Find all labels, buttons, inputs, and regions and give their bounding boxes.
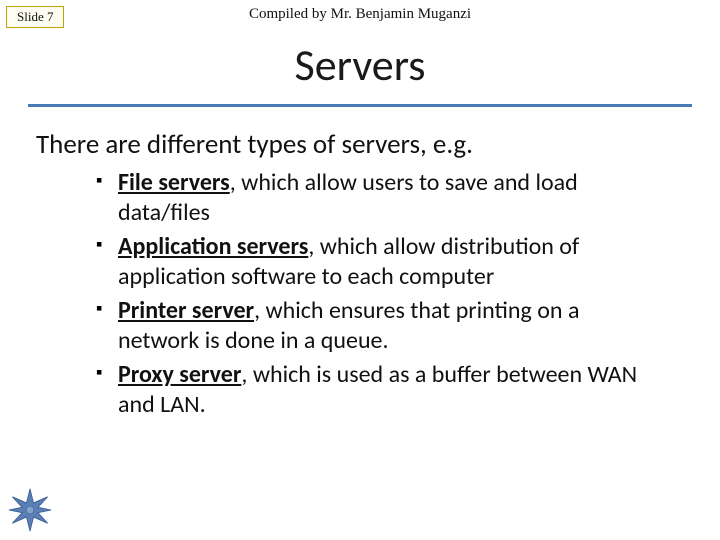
page-title: Servers xyxy=(0,38,720,92)
compiled-by: Compiled by Mr. Benjamin Muganzi xyxy=(0,6,720,23)
intro-text: There are different types of servers, e.… xyxy=(36,128,684,161)
list-item: Printer server, which ensures that print… xyxy=(96,296,664,356)
list-item: Proxy server, which is used as a buffer … xyxy=(96,360,664,420)
list-item: File servers, which allow users to save … xyxy=(96,168,664,228)
title-underline xyxy=(28,104,692,107)
bullet-term: Proxy server xyxy=(118,360,241,389)
bullet-term: File servers xyxy=(118,168,230,197)
bullet-list: File servers, which allow users to save … xyxy=(96,168,664,424)
bullet-term: Application servers xyxy=(118,232,308,261)
star-icon xyxy=(8,488,52,532)
list-item: Application servers, which allow distrib… xyxy=(96,232,664,292)
bullet-term: Printer server xyxy=(118,296,254,325)
